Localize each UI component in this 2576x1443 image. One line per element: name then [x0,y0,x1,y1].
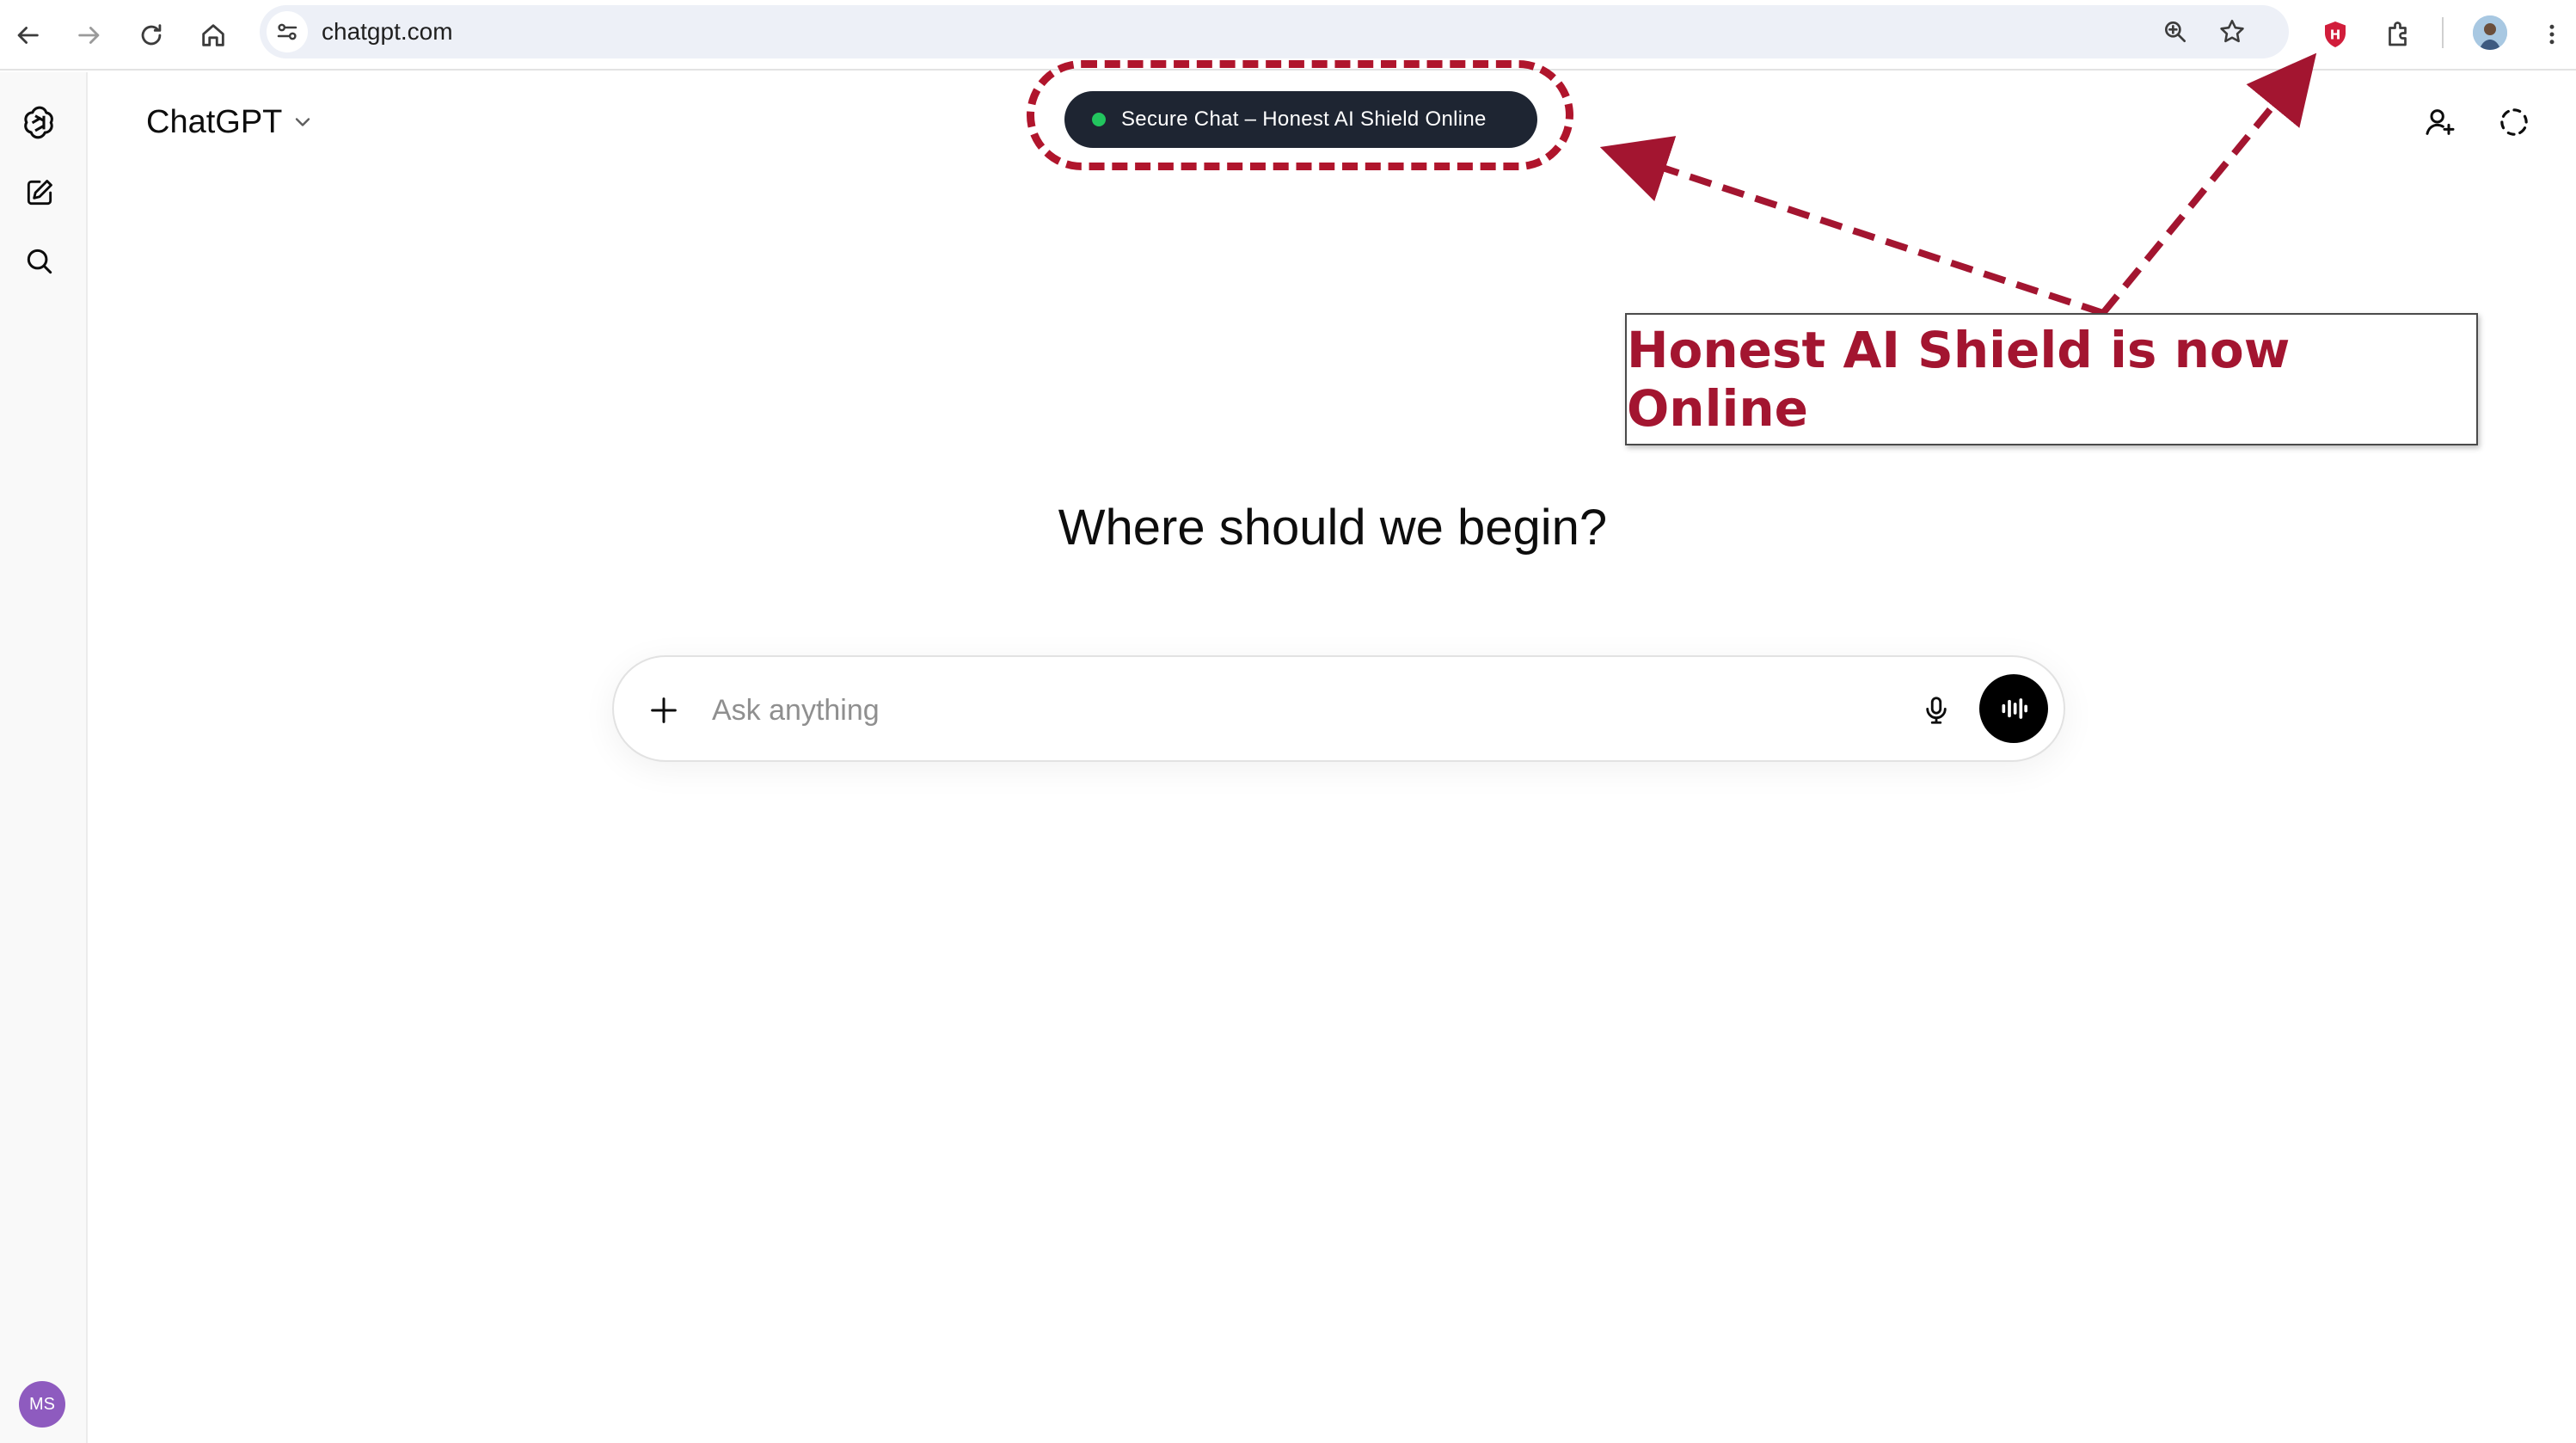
openai-logo-button[interactable] [17,100,62,144]
search-icon [27,249,52,274]
honest-ai-shield-extension-button[interactable]: H [2313,12,2358,57]
extensions-button[interactable] [2377,12,2421,57]
browser-profile-avatar[interactable] [2473,15,2507,50]
attach-button[interactable] [640,686,688,734]
microphone-icon [1926,697,1947,724]
openai-logo-icon [24,106,53,139]
zoom-button[interactable] [2158,15,2193,49]
prompt-composer [612,655,2065,762]
star-icon [2220,19,2244,43]
arrow-to-extension-icon [2100,52,2317,316]
url-text[interactable]: chatgpt.com [322,5,453,58]
search-chats-button[interactable] [17,239,62,284]
secure-chat-status-badge: Secure Chat – Honest AI Shield Online [1064,91,1537,148]
forward-arrow-icon [78,27,100,44]
model-picker[interactable]: ChatGPT [146,100,315,144]
share-button[interactable] [2418,100,2463,144]
new-chat-icon [27,180,52,206]
arrow-to-status-badge [1599,136,2105,316]
puzzle-icon [2389,21,2407,46]
page-title: Where should we begin? [1058,500,1608,556]
reload-button[interactable] [127,11,175,59]
voice-mode-button[interactable] [1979,674,2048,743]
prompt-input[interactable] [710,683,1811,738]
back-arrow-icon [17,27,39,44]
reload-icon [141,24,162,46]
annotation-callout: Honest AI Shield is now Online [1625,313,2478,445]
profile-photo-icon [2473,15,2507,50]
chevron-down-icon [296,118,310,126]
browser-menu-button[interactable] [2530,12,2574,57]
zoom-icon [2165,21,2186,42]
model-name: ChatGPT [146,103,283,140]
svg-text:H: H [2330,27,2341,42]
hero: Where should we begin? [0,499,2576,568]
sidebar: MS [0,72,88,1443]
voice-waveform-icon [2002,698,2027,719]
user-avatar[interactable]: MS [19,1381,65,1428]
new-chat-button[interactable] [17,170,62,215]
temporary-chat-button[interactable] [2492,100,2536,144]
dashed-circle-icon [2500,108,2528,136]
back-button[interactable] [3,11,52,59]
dictate-button[interactable] [1912,686,1960,734]
plus-icon [651,697,677,723]
home-icon [202,24,224,46]
tune-icon [277,23,297,40]
toolbar-divider [2442,17,2444,48]
secure-chat-status-text: Secure Chat – Honest AI Shield Online [1121,107,1487,131]
add-person-icon [2426,109,2455,135]
honest-ai-shield-extension-icon: H [2325,21,2346,47]
home-button[interactable] [189,11,237,59]
annotation-text: Honest AI Shield is now Online [1627,321,2291,438]
site-info-button[interactable] [267,11,308,52]
forward-button[interactable] [65,11,113,59]
status-dot [1092,113,1106,126]
kebab-menu-icon [2549,24,2555,45]
address-bar[interactable]: chatgpt.com [260,5,2289,58]
bookmark-button[interactable] [2215,15,2249,49]
